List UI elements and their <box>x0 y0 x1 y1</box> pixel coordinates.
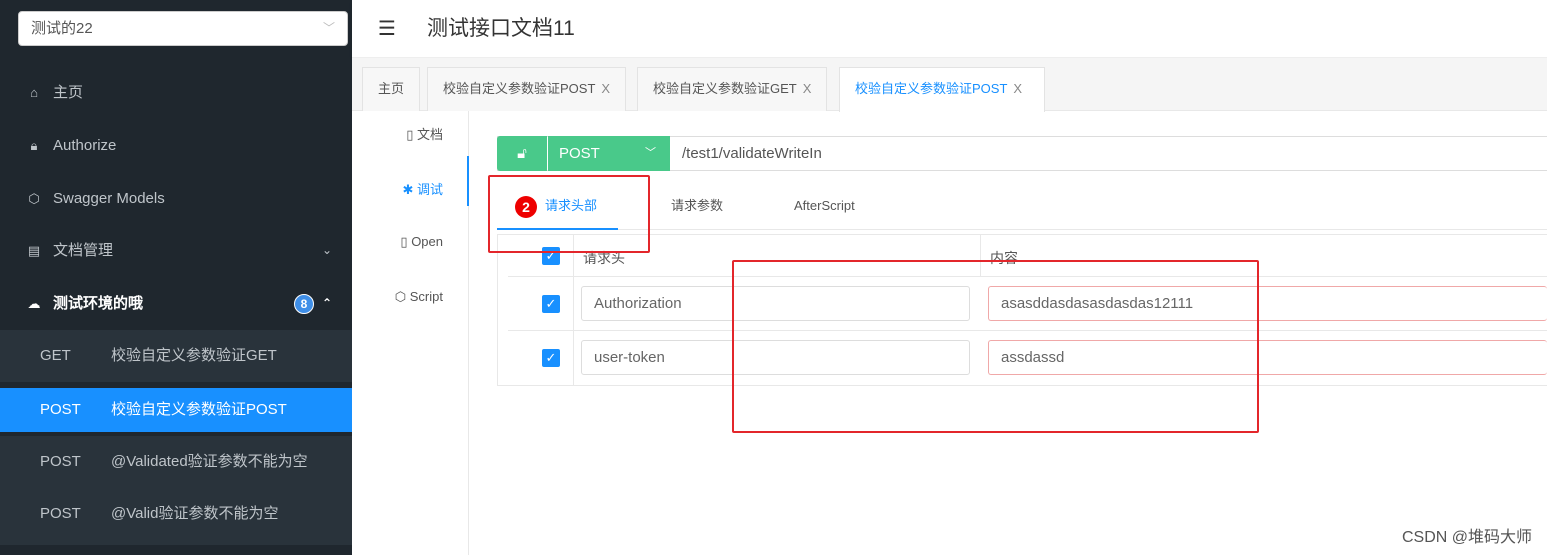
tab-post-1[interactable]: 校验自定义参数验证POST X <box>427 67 627 111</box>
inner-nav-label: 调试 <box>416 182 443 197</box>
watermark: CSDN @堆码大师 <box>1401 529 1532 546</box>
chevron-down-icon: ﹀ <box>645 147 656 159</box>
chevron-up-icon: ⌃ <box>321 296 332 310</box>
inner-nav-open[interactable]: ▯ Open <box>400 234 443 250</box>
method-label: GET <box>40 347 71 364</box>
inner-nav-debug[interactable]: ✱ 调试 <box>402 179 443 198</box>
inner-nav-label: Script <box>409 289 443 304</box>
doc-icon: ▯ <box>406 127 417 142</box>
count-badge: 8 <box>294 294 314 314</box>
inner-nav: ▯ 文档 ✱ 调试 ▯ Open ⬡ Script <box>352 111 469 555</box>
sidebar-subitem[interactable]: GET 校验自定义参数验证GET <box>0 330 352 382</box>
sidebar-subitem-active[interactable]: POST 校验自定义参数验证POST <box>0 388 352 432</box>
subtab-label: AfterScript <box>794 198 855 213</box>
menu-fold-icon[interactable]: ☰ <box>378 16 396 41</box>
inner-nav-label: Open <box>411 234 443 249</box>
sidebar-item-label: 主页 <box>53 84 84 101</box>
cloud-icon: ☁ <box>27 296 41 311</box>
url-input[interactable]: /test1/validateWriteIn <box>682 137 822 170</box>
sidebar-item-swagger-models[interactable]: ⬡ Swagger Models <box>0 172 352 225</box>
subitem-label: 校验自定义参数验证GET <box>111 347 277 364</box>
home-icon: ⌂ <box>30 85 38 100</box>
chevron-down-icon: ﹀ <box>322 21 335 35</box>
tab-home[interactable]: 主页 <box>362 67 421 111</box>
sidebar-item-label: Authorize <box>53 137 117 154</box>
doc-settings-icon: ▤ <box>27 243 41 258</box>
inner-nav-script[interactable]: ⬡ Script <box>395 289 443 305</box>
project-select-value: 测试的22 <box>31 20 93 37</box>
sidebar-item-doc-management[interactable]: ▤ 文档管理 ⌄ <box>0 224 352 277</box>
row-checkbox[interactable]: ✓ <box>542 349 560 367</box>
tab-label: 校验自定义参数验证GET <box>653 81 797 96</box>
tab-bar: 主页 校验自定义参数验证POST X 校验自定义参数验证GET X 校验自定义参数验… <box>352 58 1547 112</box>
subtab-params[interactable]: 请求参数 <box>671 180 723 230</box>
active-indicator <box>467 156 469 206</box>
sidebar-subitem[interactable]: POST @Valid验证参数不能为空 <box>0 488 352 545</box>
sidebar-item-label: 测试环境的哦 <box>53 295 144 312</box>
sidebar-subitem[interactable]: POST @Validated验证参数不能为空 <box>0 436 352 488</box>
tab-post-active[interactable]: 校验自定义参数验证POST X <box>839 67 1045 112</box>
tab-label: 主页 <box>378 81 405 96</box>
sidebar-item-label: Swagger Models <box>53 190 165 207</box>
header: ☰ 测试接口文档11 <box>352 0 1547 58</box>
request-subtabs: 2 请求头部 请求参数 AfterScript <box>497 180 1547 230</box>
tab-label: 校验自定义参数验证POST <box>443 81 596 96</box>
tab-label: 校验自定义参数验证POST <box>855 81 1008 96</box>
sidebar-item-test-env[interactable]: ☁ 测试环境的哦 8 ⌃ <box>0 277 352 330</box>
codepen-icon: ⬡ <box>394 289 410 304</box>
subitem-label: @Validated验证参数不能为空 <box>111 453 308 470</box>
unlock-icon[interactable]: 🔓︎ <box>497 136 547 171</box>
chevron-down-icon: ⌄ <box>321 243 332 257</box>
close-icon[interactable]: X <box>601 81 610 96</box>
subitem-label: @Valid验证参数不能为空 <box>111 505 279 522</box>
method-label: POST <box>40 453 81 470</box>
request-url-bar: 🔓︎ POST ﹀ /test1/validateWriteIn <box>497 136 1547 171</box>
inner-nav-doc[interactable]: ▯ 文档 <box>406 124 443 143</box>
subitem-label: 校验自定义参数验证POST <box>111 401 287 418</box>
page-title: 测试接口文档11 <box>427 17 575 40</box>
close-icon[interactable]: X <box>803 81 812 96</box>
row-checkbox[interactable]: ✓ <box>542 295 560 313</box>
close-icon[interactable]: X <box>1013 81 1022 96</box>
subtab-afterscript[interactable]: AfterScript <box>794 180 855 230</box>
sidebar-item-authorize[interactable]: 🔒︎ Authorize <box>0 119 352 172</box>
method-label: POST <box>40 505 81 522</box>
method-select[interactable]: POST ﹀ <box>548 136 670 171</box>
tab-get[interactable]: 校验自定义参数验证GET X <box>637 67 828 111</box>
sidebar-item-home[interactable]: ⌂ 主页 <box>0 66 352 119</box>
file-icon: ▯ <box>400 234 412 249</box>
subtab-label: 请求参数 <box>671 198 724 213</box>
annotation-box <box>732 260 1259 433</box>
lock-icon: 🔒︎ <box>30 138 38 153</box>
sidebar-item-label: 文档管理 <box>53 242 114 259</box>
sidebar: 测试的22 ﹀ ⌂ 主页 🔒︎ Authorize ⬡ Swagger Models ▤… <box>0 0 352 555</box>
cube-icon: ⬡ <box>28 191 40 206</box>
project-select[interactable]: 测试的22 ﹀ <box>18 11 348 46</box>
method-value: POST <box>559 145 600 162</box>
inner-nav-label: 文档 <box>416 127 443 142</box>
bug-icon: ✱ <box>402 182 417 197</box>
annotation-box <box>488 175 650 253</box>
method-label: POST <box>40 401 81 418</box>
